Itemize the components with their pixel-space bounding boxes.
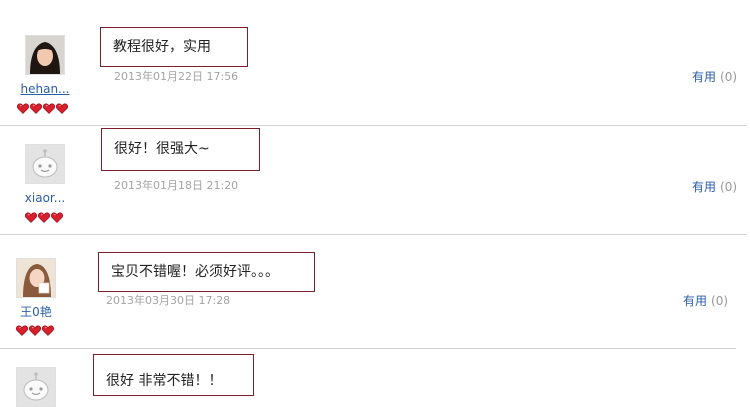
comment-date: 2013年01月22日 17:56 (114, 70, 239, 83)
comment-bubble: 很好！很强大~ (101, 128, 260, 171)
username-link[interactable]: 王0艳 (6, 304, 66, 320)
useful-count: (0) (711, 294, 729, 308)
comment-date: 2013年01月18日 21:20 (114, 179, 239, 192)
heart-icon (29, 321, 41, 336)
useful-count: (0) (720, 70, 738, 84)
user-level-hearts (16, 321, 54, 336)
user-avatar[interactable] (16, 367, 56, 407)
user-avatar[interactable] (25, 35, 65, 75)
photo-avatar-icon (17, 259, 55, 297)
useful-button[interactable]: 有用 (683, 294, 707, 308)
useful-count: (0) (720, 180, 738, 194)
user-avatar[interactable] (16, 258, 56, 298)
heart-icon (38, 208, 50, 223)
heart-icon (25, 208, 37, 223)
useful-button[interactable]: 有用 (692, 70, 716, 84)
comment-bubble: 很好 非常不错！！ (93, 354, 254, 396)
photo-avatar-icon (26, 36, 64, 74)
heart-icon (51, 208, 63, 223)
useful-vote: 有用 (0) (692, 179, 737, 195)
user-avatar[interactable] (25, 144, 65, 184)
useful-vote: 有用 (0) (683, 293, 728, 309)
user-level-hearts (25, 208, 63, 223)
heart-icon (30, 99, 42, 114)
comment-bubble: 宝贝不错喔！必须好评。。。 (98, 252, 315, 292)
review-item: xiaor... 很好！很强大~ 2013年01月18日 21:20 有用 (0) (0, 126, 750, 234)
review-item: 很好 非常不错！！ (0, 349, 750, 407)
comment-bubble: 教程很好，实用 (100, 27, 248, 67)
heart-icon (16, 321, 28, 336)
useful-button[interactable]: 有用 (692, 180, 716, 194)
username-link[interactable]: hehan... (15, 81, 75, 97)
user-level-hearts (17, 99, 68, 114)
heart-icon (42, 321, 54, 336)
default-avatar-icon (17, 368, 55, 406)
review-item: hehan... 教程很好，实用 2013年01月22日 17:56 有用 (0) (0, 0, 750, 125)
comment-date: 2013年03月30日 17:28 (106, 294, 231, 307)
heart-icon (17, 99, 29, 114)
heart-icon (43, 99, 55, 114)
useful-vote: 有用 (0) (692, 69, 737, 85)
default-avatar-icon (26, 145, 64, 183)
heart-icon (56, 99, 68, 114)
review-item: 王0艳 宝贝不错喔！必须好评。。。 2013年03月30日 17:28 有用 (0… (0, 235, 750, 348)
username-link[interactable]: xiaor... (15, 190, 75, 206)
